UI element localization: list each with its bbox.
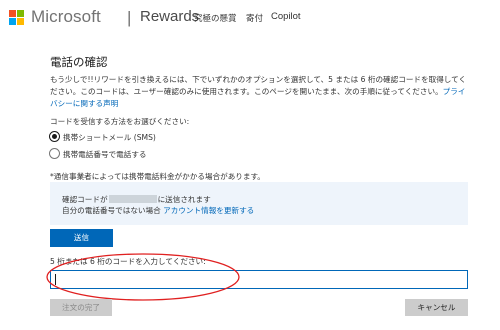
update-account-link[interactable]: アカウント情報を更新する [163, 206, 254, 215]
description: もう少しで!!リワードを引き換えるには、下でいずれかのオプションを選択して、5 … [50, 74, 470, 110]
description-text: もう少しで!!リワードを引き換えるには、下でいずれかのオプションを選択して、5 … [50, 75, 467, 96]
page-title: 電話の確認 [50, 55, 108, 69]
not-your-number-line: 自分の電話番号ではない場合 アカウント情報を更新する [62, 205, 254, 216]
code-sent-prefix: 確認コードが [62, 195, 108, 204]
cancel-button[interactable]: キャンセル [405, 299, 468, 316]
code-sent-suffix: に送信されます [157, 195, 211, 204]
nav-link-donate[interactable]: 寄付 [246, 12, 263, 24]
top-bar: Microsoft | Rewards 究極の懸賞 寄付 Copilot [0, 0, 500, 40]
sms-option-label[interactable]: 携帯ショートメール (SMS) [63, 132, 156, 143]
send-button[interactable]: 送信 [50, 229, 113, 247]
microsoft-logo-icon[interactable] [9, 10, 25, 26]
carrier-note: *通信事業者によっては携帯電話料金がかかる場合があります。 [50, 172, 265, 181]
code-input[interactable] [50, 270, 468, 289]
brand-name[interactable]: Microsoft [31, 7, 101, 27]
header-separator: | [127, 8, 132, 27]
code-input-label: 5 桁または 6 桁のコードを入力してください: [50, 257, 206, 266]
code-sent-line: 確認コードが に送信されます [62, 194, 211, 205]
nav-link-sweepstakes[interactable]: 究極の懸賞 [194, 12, 237, 24]
call-option-label[interactable]: 携帯電話番号で電話する [63, 149, 147, 160]
text-caret [55, 274, 56, 285]
redacted-phone-number [108, 195, 157, 203]
complete-order-button[interactable]: 注文の完了 [50, 299, 112, 316]
sms-radio[interactable] [49, 131, 60, 142]
not-your-number-text: 自分の電話番号ではない場合 [62, 206, 161, 215]
info-box: 確認コードが に送信されます 自分の電話番号ではない場合 アカウント情報を更新する [50, 182, 468, 225]
method-prompt: コードを受信する方法をお選びください: [50, 117, 190, 126]
nav-link-copilot[interactable]: Copilot [271, 11, 301, 22]
product-name[interactable]: Rewards [140, 8, 199, 25]
call-radio[interactable] [49, 148, 60, 159]
